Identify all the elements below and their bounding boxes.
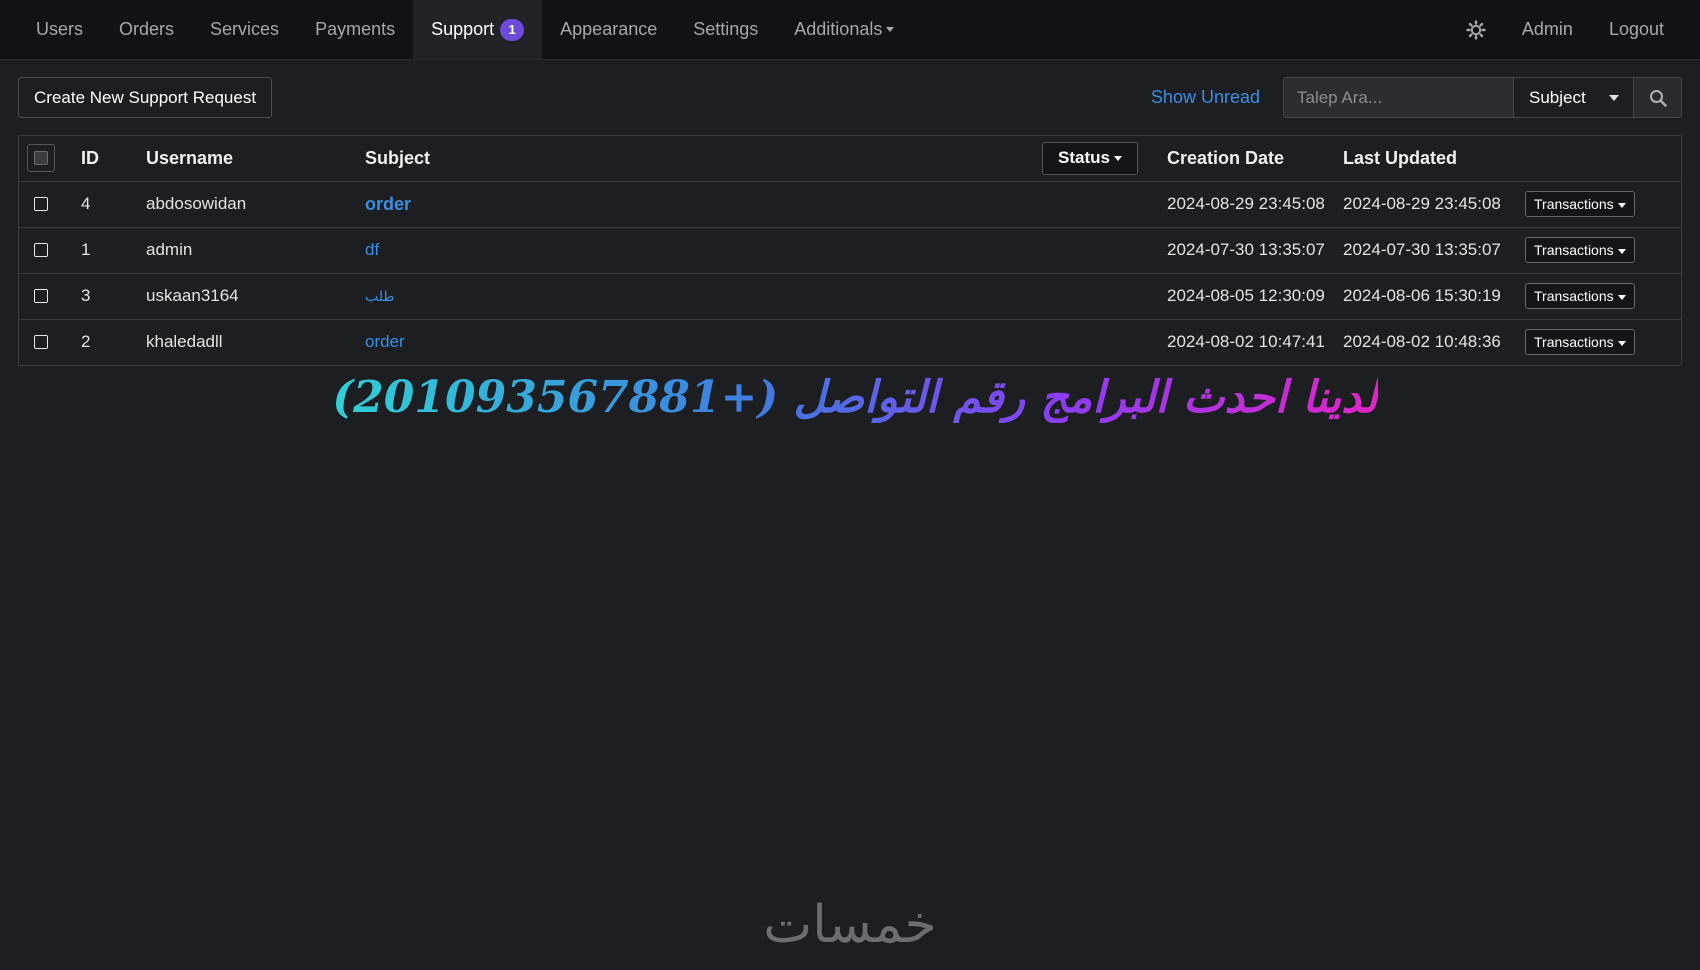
search-group: Subject (1283, 77, 1682, 118)
chevron-down-icon (1617, 294, 1626, 300)
ticket-subject-link[interactable]: df (365, 240, 379, 259)
table-header-row: ID Username Subject Status Creation Date… (19, 136, 1681, 181)
nav-item-appearance[interactable]: Appearance (542, 0, 675, 59)
row-checkbox[interactable] (34, 335, 48, 350)
table-row[interactable]: 4 abdosowidan order 2024-08-29 23:45:08 … (19, 181, 1681, 227)
ticket-creation-date: 2024-07-30 13:35:07 (1167, 240, 1325, 259)
table-row[interactable]: 3 uskaan3164 طلب 2024-08-05 12:30:09 202… (19, 273, 1681, 319)
nav-item-orders[interactable]: Orders (101, 0, 192, 59)
search-field-select[interactable]: Subject (1514, 78, 1634, 117)
ticket-username: uskaan3164 (146, 286, 239, 305)
support-tickets-table: ID Username Subject Status Creation Date… (18, 135, 1682, 366)
ticket-id: 3 (81, 286, 91, 305)
transactions-dropdown-button[interactable]: Transactions (1525, 283, 1635, 309)
column-header-creation-date: Creation Date (1167, 147, 1285, 168)
create-support-request-button[interactable]: Create New Support Request (18, 77, 273, 118)
ticket-id: 2 (81, 332, 91, 352)
top-navbar: Users Orders Services Payments Support 1… (0, 0, 1700, 60)
main-nav: Users Orders Services Payments Support 1… (18, 0, 912, 59)
column-header-subject: Subject (365, 147, 431, 168)
nav-item-support[interactable]: Support 1 (413, 0, 543, 59)
search-input[interactable] (1284, 78, 1514, 117)
row-checkbox[interactable] (34, 289, 48, 303)
ticket-username: admin (146, 240, 193, 259)
row-checkbox[interactable] (34, 197, 48, 211)
ticket-subject-link[interactable]: order (365, 194, 411, 214)
column-header-id: ID (81, 147, 99, 168)
ticket-id: 4 (81, 194, 91, 213)
table-row[interactable]: 2 khaledadll order 2024-08-02 10:47:41 2… (19, 319, 1681, 365)
search-button[interactable] (1634, 78, 1681, 117)
transactions-dropdown-button[interactable]: Transactions (1525, 191, 1635, 217)
promo-text: لدينا احدث البرامج رقم التواصل (+2010935… (332, 372, 1378, 423)
ticket-username: abdosowidan (146, 194, 247, 213)
chevron-down-icon (1617, 341, 1626, 347)
chevron-down-icon (1609, 94, 1619, 101)
ticket-last-updated: 2024-08-29 23:45:08 (1343, 194, 1501, 213)
nav-item-logout[interactable]: Logout (1591, 0, 1682, 59)
theme-toggle-button[interactable] (1448, 0, 1504, 59)
user-nav: Admin Logout (1448, 0, 1682, 59)
status-filter-dropdown[interactable]: Status (1042, 141, 1138, 175)
select-all-checkbox[interactable] (27, 144, 55, 173)
nav-item-payments[interactable]: Payments (297, 0, 413, 59)
chevron-down-icon (1617, 248, 1626, 254)
promo-banner: لدينا احدث البرامج رقم التواصل (+2010935… (0, 372, 1700, 423)
chevron-down-icon (886, 27, 895, 32)
ticket-creation-date: 2024-08-29 23:45:08 (1167, 194, 1325, 213)
support-unread-badge: 1 (500, 18, 525, 41)
ticket-id: 1 (81, 240, 91, 259)
nav-item-services[interactable]: Services (192, 0, 297, 59)
chevron-down-icon (1617, 202, 1626, 208)
nav-item-additionals[interactable]: Additionals (776, 0, 912, 59)
nav-item-users[interactable]: Users (18, 0, 101, 59)
ticket-creation-date: 2024-08-05 12:30:09 (1167, 286, 1325, 305)
row-checkbox[interactable] (34, 243, 48, 257)
chevron-down-icon (1113, 156, 1122, 162)
ticket-last-updated: 2024-07-30 13:35:07 (1343, 240, 1501, 259)
watermark-logo: خمسات (763, 895, 937, 955)
support-toolbar: Create New Support Request Show Unread S… (18, 77, 1682, 118)
nav-item-settings[interactable]: Settings (675, 0, 776, 59)
ticket-subject-link[interactable]: order (365, 332, 405, 351)
nav-item-admin[interactable]: Admin (1504, 0, 1591, 59)
ticket-last-updated: 2024-08-06 15:30:19 (1343, 286, 1501, 305)
transactions-dropdown-button[interactable]: Transactions (1525, 329, 1635, 356)
ticket-creation-date: 2024-08-02 10:47:41 (1167, 332, 1325, 352)
ticket-last-updated: 2024-08-02 10:48:36 (1343, 332, 1501, 352)
ticket-username: khaledadll (146, 332, 223, 352)
column-header-username: Username (146, 147, 234, 168)
toolbar-right: Show Unread Subject (1151, 77, 1682, 118)
column-header-last-updated: Last Updated (1343, 147, 1458, 168)
ticket-subject-link[interactable]: طلب (365, 289, 395, 305)
sun-icon (1466, 19, 1486, 40)
table-row[interactable]: 1 admin df 2024-07-30 13:35:07 2024-07-3… (19, 227, 1681, 273)
transactions-dropdown-button[interactable]: Transactions (1525, 237, 1635, 263)
search-icon (1649, 89, 1667, 107)
show-unread-link[interactable]: Show Unread (1151, 87, 1260, 108)
